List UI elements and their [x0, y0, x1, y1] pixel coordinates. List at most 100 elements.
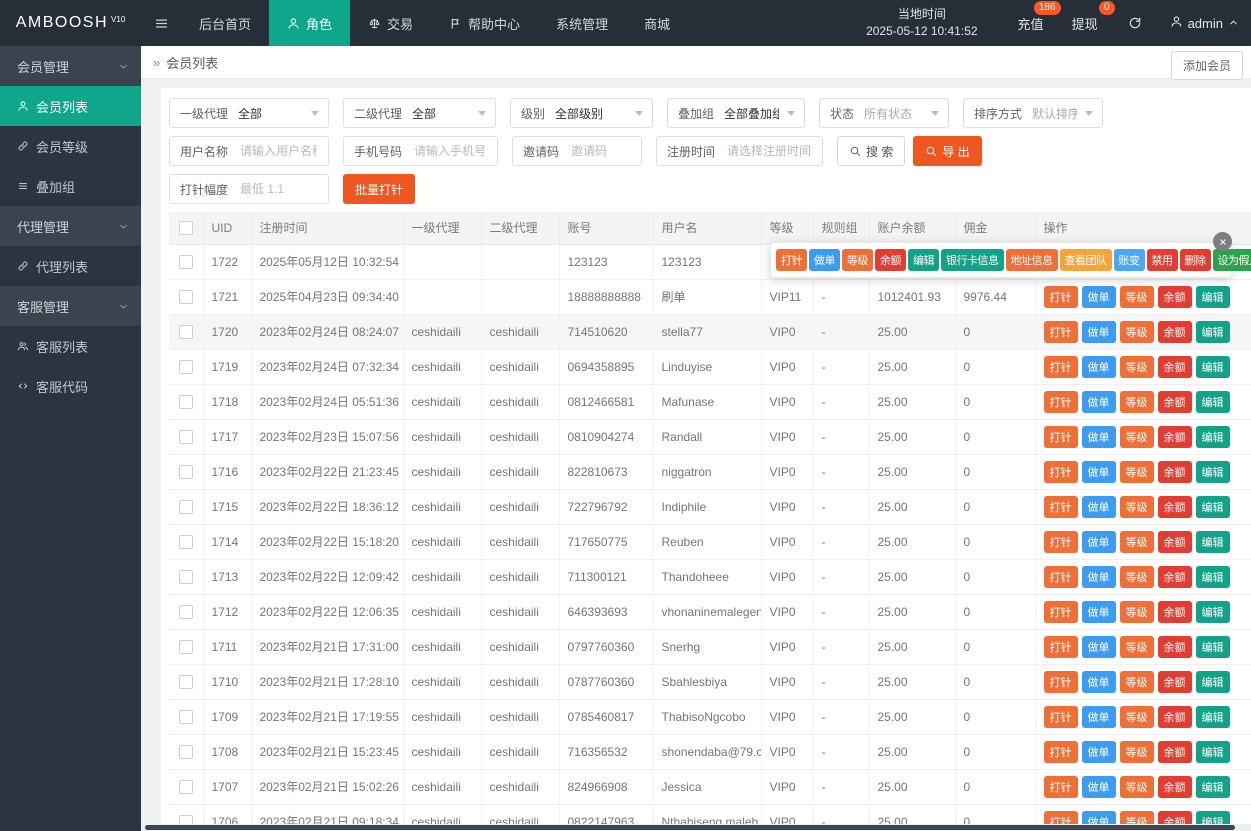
- close-icon[interactable]: [1213, 232, 1232, 251]
- select-all-checkbox[interactable]: [178, 221, 193, 236]
- refresh-icon[interactable]: [1128, 16, 1142, 30]
- edit-button[interactable]: 编辑: [1195, 530, 1230, 553]
- nav-item-商城[interactable]: 商城: [626, 0, 688, 46]
- nav-item-帮助中心[interactable]: 帮助中心: [431, 0, 538, 46]
- edit-button[interactable]: 编辑: [1195, 670, 1230, 693]
- make-order-button[interactable]: 做单: [1081, 600, 1116, 623]
- edit-button[interactable]: 编辑: [1195, 775, 1230, 798]
- sidebar-item-agent-list[interactable]: 代理列表: [0, 246, 141, 286]
- balance-button[interactable]: 余额: [1157, 565, 1192, 588]
- inject-range-input[interactable]: [238, 181, 319, 197]
- edit-button[interactable]: 编辑: [1195, 320, 1230, 343]
- inject-button[interactable]: 打针: [1043, 565, 1078, 588]
- stack-group-select[interactable]: 叠加组 全部叠加组: [667, 98, 805, 128]
- level-button[interactable]: 等级: [1119, 740, 1154, 763]
- edit-button[interactable]: 编辑: [1195, 565, 1230, 588]
- balance-button[interactable]: 余额: [1157, 670, 1192, 693]
- level-button[interactable]: 等级: [1119, 810, 1154, 824]
- row-checkbox[interactable]: [178, 394, 193, 409]
- inject-button[interactable]: 打针: [1043, 705, 1078, 728]
- sidebar-item-member-list[interactable]: 会员列表: [0, 86, 141, 126]
- phone-field[interactable]: 手机号码: [343, 136, 498, 166]
- edit-button[interactable]: 编辑: [1195, 390, 1230, 413]
- withdraw-link[interactable]: 提现 0: [1072, 0, 1115, 33]
- row-checkbox[interactable]: [178, 779, 193, 794]
- row-checkbox[interactable]: [178, 674, 193, 689]
- inject-button[interactable]: 打针: [1043, 460, 1078, 483]
- make-order-button[interactable]: 做单: [1081, 810, 1116, 824]
- balance-button[interactable]: 余额: [1157, 495, 1192, 518]
- batch-inject-button[interactable]: 批量打针: [343, 174, 416, 204]
- inject-button[interactable]: 打针: [1043, 390, 1078, 413]
- disable-button[interactable]: 禁用: [1146, 249, 1178, 271]
- inject-button[interactable]: 打针: [1043, 810, 1078, 824]
- inject-button[interactable]: 打针: [1043, 670, 1078, 693]
- make-order-button[interactable]: 做单: [1081, 775, 1116, 798]
- make-order-button[interactable]: 做单: [1081, 320, 1116, 343]
- edit-button[interactable]: 编辑: [1195, 460, 1230, 483]
- nav-item-后台首页[interactable]: 后台首页: [181, 0, 269, 46]
- sidebar-item-support-code[interactable]: 客服代码: [0, 366, 141, 406]
- sort-select[interactable]: 排序方式 默认排序: [963, 98, 1103, 128]
- row-checkbox[interactable]: [178, 324, 193, 339]
- make-order-button[interactable]: 做单: [809, 249, 840, 271]
- level-button[interactable]: 等级: [1119, 495, 1154, 518]
- balance-button[interactable]: 余额: [1157, 320, 1192, 343]
- balance-button[interactable]: 余额: [1157, 705, 1192, 728]
- edit-button[interactable]: 编辑: [908, 249, 939, 271]
- level-button[interactable]: 等级: [1119, 355, 1154, 378]
- recharge-link[interactable]: 充值 186: [1018, 0, 1061, 33]
- register-time-field[interactable]: 注册时间: [656, 136, 823, 166]
- level-button[interactable]: 等级: [1119, 635, 1154, 658]
- make-order-button[interactable]: 做单: [1081, 355, 1116, 378]
- make-order-button[interactable]: 做单: [1081, 740, 1116, 763]
- sidebar-item-stack-group[interactable]: 叠加组: [0, 166, 141, 206]
- make-order-button[interactable]: 做单: [1081, 705, 1116, 728]
- sidebar-group-2[interactable]: 客服管理: [0, 286, 141, 326]
- inject-button[interactable]: 打针: [1043, 635, 1078, 658]
- inject-button[interactable]: 打针: [1043, 320, 1078, 343]
- balance-button[interactable]: 余额: [1157, 740, 1192, 763]
- level-button[interactable]: 等级: [1119, 425, 1154, 448]
- make-order-button[interactable]: 做单: [1081, 530, 1116, 553]
- phone-field-input[interactable]: [412, 143, 488, 159]
- edit-button[interactable]: 编辑: [1195, 810, 1230, 824]
- level-button[interactable]: 等级: [1119, 530, 1154, 553]
- bank-card-info-button[interactable]: 银行卡信息: [941, 249, 1004, 271]
- row-checkbox[interactable]: [178, 814, 193, 824]
- make-order-button[interactable]: 做单: [1081, 670, 1116, 693]
- row-checkbox[interactable]: [178, 464, 193, 479]
- row-checkbox[interactable]: [178, 744, 193, 759]
- hamburger-icon[interactable]: [141, 0, 181, 46]
- make-order-button[interactable]: 做单: [1081, 390, 1116, 413]
- edit-button[interactable]: 编辑: [1195, 425, 1230, 448]
- edit-button[interactable]: 编辑: [1195, 285, 1230, 308]
- inject-button[interactable]: 打针: [776, 249, 807, 271]
- edit-button[interactable]: 编辑: [1195, 705, 1230, 728]
- level-button[interactable]: 等级: [1119, 390, 1154, 413]
- nav-item-角色[interactable]: 角色: [269, 0, 351, 46]
- row-checkbox[interactable]: [178, 569, 193, 584]
- level-button[interactable]: 等级: [1119, 705, 1154, 728]
- row-checkbox[interactable]: [178, 254, 193, 269]
- balance-button[interactable]: 余额: [1157, 775, 1192, 798]
- edit-button[interactable]: 编辑: [1195, 355, 1230, 378]
- row-checkbox[interactable]: [178, 289, 193, 304]
- address-info-button[interactable]: 地址信息: [1005, 249, 1058, 271]
- sidebar-item-support-list[interactable]: 客服列表: [0, 326, 141, 366]
- level-button[interactable]: 等级: [1119, 320, 1154, 343]
- scrollbar-thumb[interactable]: [145, 825, 1235, 830]
- agent2-select[interactable]: 二级代理 全部: [343, 98, 496, 128]
- sidebar-group-1[interactable]: 代理管理: [0, 206, 141, 246]
- row-checkbox[interactable]: [178, 604, 193, 619]
- user-menu[interactable]: admin: [1170, 15, 1239, 31]
- row-checkbox[interactable]: [178, 534, 193, 549]
- inject-button[interactable]: 打针: [1043, 600, 1078, 623]
- username-field[interactable]: 用户名称: [169, 136, 329, 166]
- inject-button[interactable]: 打针: [1043, 530, 1078, 553]
- register-time-field-input[interactable]: [725, 143, 813, 159]
- username-field-input[interactable]: [238, 143, 319, 159]
- inject-button[interactable]: 打针: [1043, 285, 1078, 308]
- balance-button[interactable]: 余额: [1157, 600, 1192, 623]
- inject-button[interactable]: 打针: [1043, 740, 1078, 763]
